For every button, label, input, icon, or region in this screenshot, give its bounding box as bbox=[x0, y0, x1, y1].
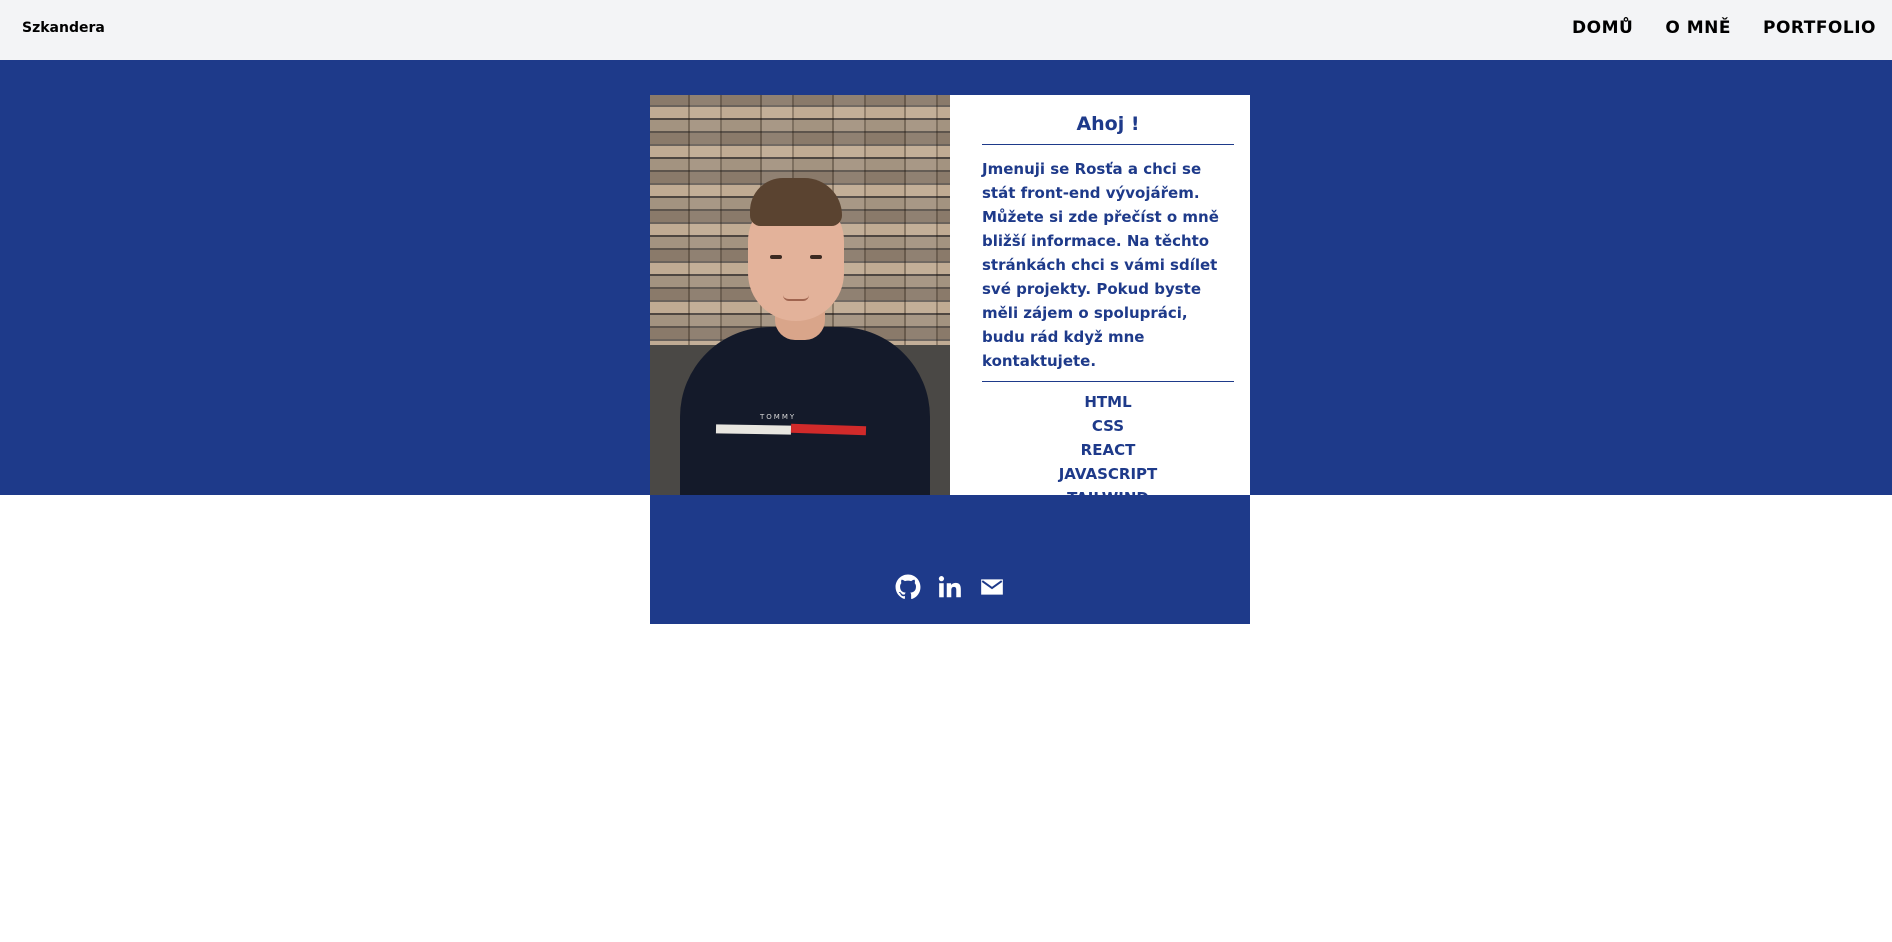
skills-list: HTML CSS REACT JAVASCRIPT TAILWIND bbox=[982, 390, 1234, 510]
photo-eye-left bbox=[770, 255, 782, 259]
nav-link-about[interactable]: O MNĚ bbox=[1665, 18, 1731, 38]
social-bar bbox=[650, 495, 1250, 624]
github-icon bbox=[895, 574, 921, 599]
photo-torso bbox=[680, 327, 930, 495]
nav-link-home[interactable]: DOMŮ bbox=[1572, 18, 1633, 38]
nav-links: DOMŮ O MNĚ PORTFOLIO bbox=[1540, 18, 1876, 38]
profile-info: Ahoj ! Jmenuji se Rosťa a chci se stát f… bbox=[950, 95, 1250, 507]
bio-text: Jmenuji se Rosťa a chci se stát front-en… bbox=[982, 157, 1234, 382]
linkedin-link[interactable] bbox=[937, 574, 963, 600]
profile-photo: TOMMY bbox=[650, 95, 950, 495]
linkedin-icon bbox=[938, 576, 961, 598]
skill-javascript: JAVASCRIPT bbox=[1058, 465, 1158, 483]
navbar: Szkandera DOMŮ O MNĚ PORTFOLIO bbox=[0, 0, 1892, 60]
profile-card: TOMMY Ahoj ! Jmenuji se Rosťa a chci se … bbox=[650, 95, 1250, 507]
greeting-heading: Ahoj ! bbox=[982, 113, 1234, 145]
photo-eye-right bbox=[810, 255, 822, 259]
mail-icon bbox=[981, 579, 1003, 595]
mail-link[interactable] bbox=[979, 574, 1005, 600]
social-icons bbox=[650, 574, 1250, 600]
photo-mouth bbox=[783, 295, 809, 301]
skill-react: REACT bbox=[1080, 441, 1136, 459]
photo-shirt-print: TOMMY bbox=[760, 413, 796, 421]
github-link[interactable] bbox=[895, 574, 921, 600]
skill-html: HTML bbox=[1084, 393, 1132, 411]
nav-link-portfolio[interactable]: PORTFOLIO bbox=[1763, 18, 1876, 38]
brand-logo[interactable]: Szkandera bbox=[22, 20, 105, 36]
photo-shirt-print-top: TOMMY bbox=[760, 413, 797, 421]
photo-shirt-stripe-white bbox=[715, 424, 792, 435]
skill-css: CSS bbox=[1091, 417, 1125, 435]
